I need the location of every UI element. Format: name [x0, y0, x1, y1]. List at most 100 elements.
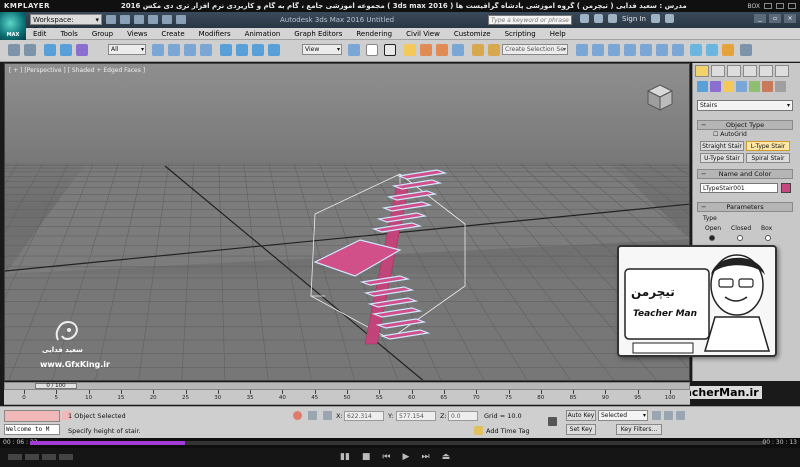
- window-crossing-icon[interactable]: [200, 44, 212, 56]
- z-coordinate-field[interactable]: 0.0: [448, 411, 478, 421]
- systems-icon[interactable]: [775, 81, 786, 92]
- track-bar[interactable]: 0 5 10 15 20 25 30 35 40 45 50 55 60 65 70 75 80 85 90 95 10…: [4, 390, 690, 405]
- viewcube-icon[interactable]: [645, 82, 675, 112]
- shapes-icon[interactable]: [710, 81, 721, 92]
- time-tag-icon[interactable]: [474, 426, 483, 435]
- move-icon[interactable]: [220, 44, 232, 56]
- set-key-button[interactable]: Set Key: [566, 424, 596, 435]
- curve-editor-icon[interactable]: [640, 44, 652, 56]
- go-to-start-icon[interactable]: [652, 411, 661, 420]
- select-manipulate-icon[interactable]: [366, 44, 378, 56]
- redo-icon[interactable]: [162, 15, 172, 24]
- menu-scripting[interactable]: Scripting: [498, 30, 543, 38]
- previous-frame-icon[interactable]: [664, 411, 673, 420]
- menu-group[interactable]: Group: [85, 30, 120, 38]
- l-type-stair-button[interactable]: L-Type Stair: [746, 141, 790, 151]
- parameters-rollout[interactable]: Parameters: [697, 202, 793, 212]
- object-type-rollout[interactable]: Object Type: [697, 120, 793, 130]
- scale-icon[interactable]: [252, 44, 264, 56]
- help-icon[interactable]: [665, 14, 674, 23]
- save-icon[interactable]: [134, 15, 144, 24]
- object-name-input[interactable]: LTypeStair001: [700, 183, 778, 193]
- perspective-viewport[interactable]: [ + ] [Perspective ] [ Shaded + Edged Fa…: [4, 63, 690, 381]
- motion-tab-icon[interactable]: [743, 65, 757, 77]
- menu-create[interactable]: Create: [154, 30, 191, 38]
- stop-icon[interactable]: ■: [362, 452, 371, 462]
- modify-tab-icon[interactable]: [711, 65, 725, 77]
- cameras-icon[interactable]: [736, 81, 747, 92]
- isolate-selection-icon[interactable]: [293, 411, 302, 420]
- render-setup-icon[interactable]: [690, 44, 702, 56]
- u-type-stair-button[interactable]: U-Type Stair: [700, 153, 744, 163]
- box-label[interactable]: BOX: [748, 3, 760, 10]
- spiral-stair-button[interactable]: Spiral Stair: [746, 153, 790, 163]
- play-button-icon[interactable]: ▶: [403, 452, 410, 462]
- minimize-icon[interactable]: [764, 3, 772, 9]
- workspace-dropdown[interactable]: Workspace: Default: [30, 14, 102, 34]
- keyboard-shortcut-icon[interactable]: [384, 44, 396, 56]
- max-restore-icon[interactable]: ▫: [769, 14, 781, 23]
- menu-tools[interactable]: Tools: [54, 30, 85, 38]
- named-selection-icon[interactable]: [488, 44, 500, 56]
- eject-icon[interactable]: ⏏: [442, 452, 451, 462]
- max-close-icon[interactable]: ×: [784, 14, 796, 23]
- link-icon[interactable]: [44, 44, 56, 56]
- menu-modifiers[interactable]: Modifiers: [192, 30, 238, 38]
- viewport-label[interactable]: [ + ] [Perspective ] [ Shaded + Edged Fa…: [9, 67, 145, 74]
- selection-lock-icon[interactable]: [308, 411, 317, 420]
- previous-icon[interactable]: ⏮: [382, 452, 390, 462]
- kmp-badge-4-icon[interactable]: [59, 454, 73, 460]
- edit-named-selection-icon[interactable]: [472, 44, 484, 56]
- keyword-search-input[interactable]: Type a keyword or phrase: [488, 15, 572, 25]
- rendered-frame-icon[interactable]: [706, 44, 718, 56]
- undo-icon[interactable]: [148, 15, 158, 24]
- kmp-badge-2-icon[interactable]: [25, 454, 39, 460]
- key-filters-button[interactable]: Key Filters...: [616, 424, 662, 435]
- close-icon[interactable]: [788, 3, 796, 9]
- play-icon[interactable]: [676, 411, 685, 420]
- menu-rendering[interactable]: Rendering: [349, 30, 399, 38]
- open-icon[interactable]: [120, 15, 130, 24]
- create-tab-icon[interactable]: [695, 65, 709, 77]
- user-icon[interactable]: [608, 14, 617, 23]
- menu-animation[interactable]: Animation: [238, 30, 288, 38]
- menu-views[interactable]: Views: [120, 30, 154, 38]
- key-selection-dropdown[interactable]: Selected: [598, 410, 648, 421]
- layer-manager-icon[interactable]: [608, 44, 620, 56]
- maxscript-listener-output[interactable]: [4, 410, 60, 422]
- render-production-icon[interactable]: [722, 44, 734, 56]
- max-app-button[interactable]: MAX: [0, 12, 26, 40]
- time-slider[interactable]: 0 / 100: [4, 382, 690, 390]
- graphite-ribbon-icon[interactable]: [624, 44, 636, 56]
- hierarchy-tab-icon[interactable]: [727, 65, 741, 77]
- straight-stair-button[interactable]: Straight Stair: [700, 141, 744, 151]
- project-icon[interactable]: [176, 15, 186, 24]
- search-icon[interactable]: [580, 14, 589, 23]
- maxscript-mini-listener[interactable]: Welcome to M: [4, 424, 60, 435]
- infocenter-icon[interactable]: [594, 14, 603, 23]
- autogrid-checkbox[interactable]: ☐ AutoGrid: [713, 131, 747, 138]
- type-closed-radio[interactable]: [737, 235, 743, 243]
- snaps-toggle-icon[interactable]: [404, 44, 416, 56]
- kmp-badge-1-icon[interactable]: [8, 454, 22, 460]
- undo-toolbar-icon[interactable]: [8, 44, 20, 56]
- select-object-icon[interactable]: [152, 44, 164, 56]
- spinner-snap-icon[interactable]: [452, 44, 464, 56]
- geometry-icon[interactable]: [697, 81, 708, 92]
- redo-toolbar-icon[interactable]: [24, 44, 36, 56]
- pause-icon[interactable]: ▮▮: [340, 452, 350, 462]
- pivot-center-icon[interactable]: [348, 44, 360, 56]
- named-selection-set-dropdown[interactable]: Create Selection Se: [502, 44, 568, 55]
- region-select-icon[interactable]: [184, 44, 196, 56]
- display-tab-icon[interactable]: [759, 65, 773, 77]
- selection-filter-dropdown[interactable]: All: [108, 44, 146, 55]
- object-category-dropdown[interactable]: Stairs: [697, 100, 793, 111]
- material-editor-icon[interactable]: [672, 44, 684, 56]
- unlink-icon[interactable]: [60, 44, 72, 56]
- align-icon[interactable]: [592, 44, 604, 56]
- auto-key-button[interactable]: Auto Key: [566, 410, 596, 421]
- select-by-name-icon[interactable]: [168, 44, 180, 56]
- helpers-icon[interactable]: [749, 81, 760, 92]
- menu-edit[interactable]: Edit: [26, 30, 54, 38]
- menu-customize[interactable]: Customize: [447, 30, 498, 38]
